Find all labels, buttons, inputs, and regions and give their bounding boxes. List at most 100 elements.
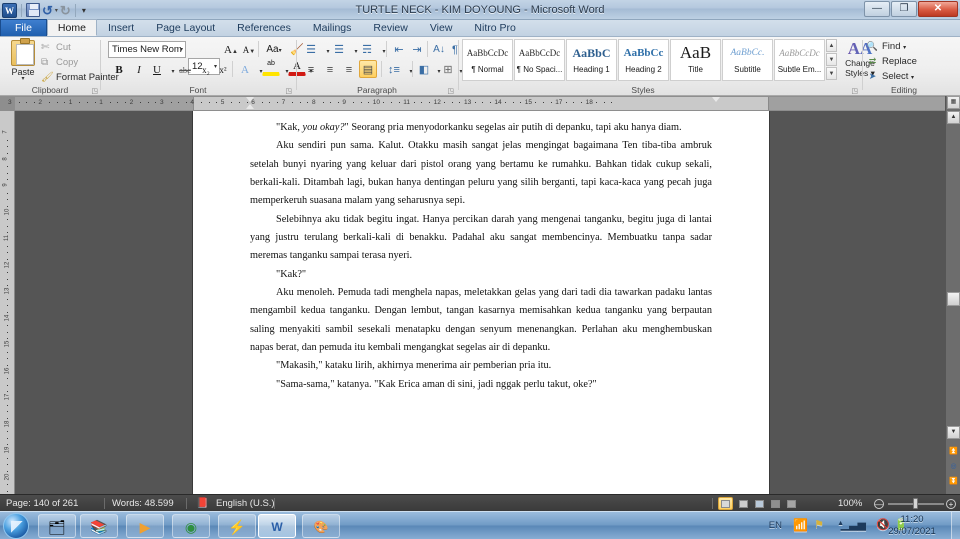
restore-button[interactable]: ❐ [891,1,917,17]
tab-home[interactable]: Home [46,19,97,36]
align-right-button[interactable]: ≡ [340,60,358,78]
style-title[interactable]: AaB Title [670,39,721,81]
tab-file[interactable]: File [0,19,47,36]
tab-mailings[interactable]: Mailings [302,19,363,36]
clipboard-dialog-launcher[interactable]: ◳ [91,87,98,95]
paragraph-dialog-launcher[interactable]: ◳ [447,87,454,95]
font-dialog-launcher[interactable]: ◳ [285,87,292,95]
taskbar-windows-explorer[interactable]: 🗂 [38,514,76,538]
align-center-button[interactable]: ≡ [321,60,339,78]
strikethrough-button[interactable]: abc [174,60,196,78]
word-logo-icon[interactable]: W [2,2,17,18]
next-page-button[interactable]: ⏬ [947,476,960,489]
document-page[interactable]: "Kak, you okay?" Seorang pria menyodorka… [193,111,769,494]
styles-scroll-down-button[interactable]: ▼ [826,53,837,66]
styles-scroll-up-button[interactable]: ▲ [826,39,837,52]
taskbar-nitro-pro[interactable]: ⚡ [218,514,256,538]
increase-indent-button[interactable]: ⇥ [408,40,426,58]
language-indicator[interactable]: EN [769,520,782,531]
select-button[interactable]: ➤ Select ▾ [869,70,914,84]
superscript-button[interactable]: x² [214,60,232,78]
find-button[interactable]: 🔍 Find ▾ [867,40,906,54]
numbering-button[interactable]: ☰ [330,40,348,58]
styles-more-button[interactable]: ▼ [826,67,837,80]
undo-icon[interactable]: ↺ [42,4,53,17]
tab-review[interactable]: Review [362,19,418,36]
scroll-up-button[interactable]: ▲ [947,111,960,124]
first-line-indent-marker[interactable] [246,97,254,102]
chevron-down-icon[interactable]: ▾ [180,42,183,58]
paste-button[interactable]: Paste ▾ [6,38,40,83]
scroll-down-button[interactable]: ▼ [947,426,960,439]
clock[interactable]: 11:20 29/07/2021 [880,514,944,538]
proofing-errors-icon[interactable]: 📕 [196,495,208,512]
document-text-body[interactable]: "Kak, you okay?" Seorang pria menyodorka… [193,111,769,394]
show-desktop-button[interactable] [951,512,960,539]
style-subtitle[interactable]: AaBbCc. Subtitle [722,39,773,81]
justify-button[interactable]: ▤ [359,60,377,78]
vertical-ruler[interactable]: 7 8 9 10 11 12 13 14 15 16 17 18 19 20 [0,111,15,499]
tab-insert[interactable]: Insert [97,19,145,36]
style-normal[interactable]: AaBbCcDc ¶ Normal [462,39,513,81]
taskbar-google-chrome[interactable]: ◉ [172,514,210,538]
split-window-handle[interactable]: ▦ [947,96,960,109]
taskbar-media-player[interactable]: ▶ [126,514,164,538]
style-subtle-emphasis[interactable]: AaBbCcDc Subtle Em... [774,39,825,81]
paste-dropdown-icon[interactable]: ▾ [6,76,40,82]
left-indent-marker[interactable] [246,104,254,109]
zoom-slider-thumb[interactable] [913,498,918,509]
previous-page-button[interactable]: ⏫ [947,446,960,459]
chevron-down-icon[interactable]: ▾ [911,75,914,81]
zoom-in-button[interactable]: + [946,499,956,509]
signal-icon[interactable]: ▁▃▅ [841,518,866,531]
web-layout-view-button[interactable] [752,497,767,510]
align-left-button[interactable]: ≡ [302,60,320,78]
copy-button[interactable]: ⧉ Copy [40,56,78,70]
zoom-out-button[interactable]: — [874,499,884,509]
print-layout-view-button[interactable] [718,497,733,510]
select-browse-object-button[interactable]: ◎ [947,461,960,474]
replace-button[interactable]: ⇄ Replace [869,55,917,69]
word-count[interactable]: Words: 48.599 [112,495,174,512]
horizontal-ruler[interactable]: 3 2 1 1 2 3 4 5 6 7 8 9 10 11 12 13 14 15 17 18 [0,96,945,111]
redo-icon[interactable]: ↻ [60,4,71,17]
style-heading-1[interactable]: AaBbC Heading 1 [566,39,617,81]
undo-dropdown-icon[interactable]: ▾ [55,7,58,14]
outline-view-button[interactable] [768,497,783,510]
full-screen-reading-view-button[interactable] [736,497,751,510]
language-indicator[interactable]: English (U.S.) [216,495,275,512]
draft-view-button[interactable] [784,497,799,510]
document-canvas[interactable]: "Kak, you okay?" Seorang pria menyodorka… [15,111,945,494]
line-spacing-button[interactable]: ↕≡ [385,60,403,78]
multilevel-list-button[interactable]: ☴ [358,40,376,58]
taskbar-paint[interactable]: 🎨 [302,514,340,538]
chevron-down-icon[interactable]: ▾ [903,45,906,51]
save-icon[interactable] [26,3,40,17]
vertical-scrollbar[interactable]: ▦ ▲ ▼ ⏫ ◎ ⏬ [945,96,960,494]
close-button[interactable]: ✕ [918,1,958,17]
minimize-button[interactable]: — [864,1,890,17]
bullets-button[interactable]: ☰ [302,40,320,58]
taskbar-media-library[interactable]: 📚 [80,514,118,538]
zoom-level[interactable]: 100% [838,495,862,512]
style-heading-2[interactable]: AaBbCc Heading 2 [618,39,669,81]
right-indent-marker[interactable] [712,97,720,102]
action-center-icon[interactable]: ⚑ [814,518,824,531]
page-indicator[interactable]: Page: 140 of 261 [6,495,78,512]
start-button[interactable] [3,513,29,539]
cut-button[interactable]: ✄ Cut [40,41,71,55]
font-name-combo[interactable]: Times New Rom ▾ [108,41,186,58]
tab-references[interactable]: References [226,19,302,36]
decrease-indent-button[interactable]: ⇤ [390,40,408,58]
taskbar-microsoft-word[interactable]: W [258,514,296,538]
scrollbar-thumb[interactable] [947,292,960,306]
bold-button[interactable]: B [110,60,128,78]
styles-dialog-launcher[interactable]: ◳ [851,87,858,95]
grow-font-button[interactable]: A▲ [222,40,240,58]
change-case-button[interactable]: Aa▾ [262,40,286,58]
italic-button[interactable]: I [130,60,148,78]
tab-page-layout[interactable]: Page Layout [145,19,226,36]
network-icon[interactable]: 📶 [793,518,808,532]
subscript-button[interactable]: x₂ [197,60,215,78]
shrink-font-button[interactable]: A▼ [240,40,258,58]
